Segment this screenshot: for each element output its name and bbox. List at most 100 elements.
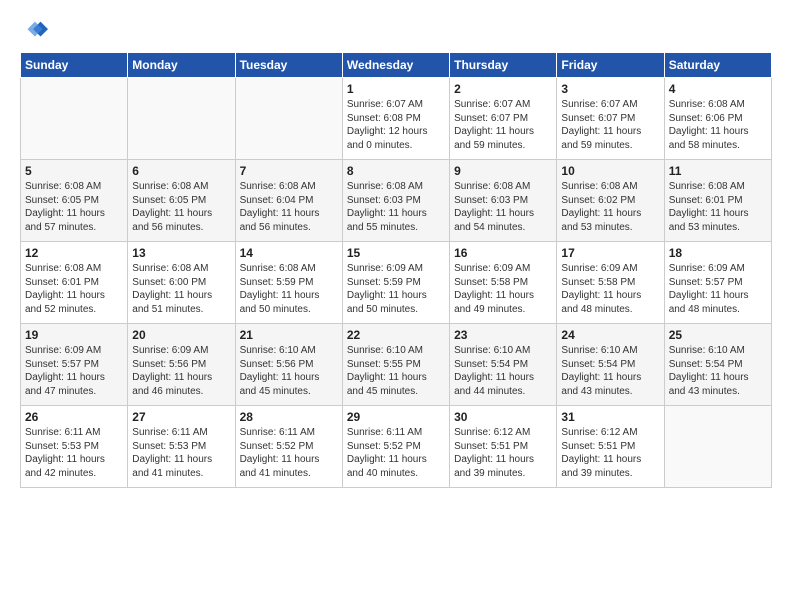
day-number: 27: [132, 410, 230, 424]
calendar-cell: 29Sunrise: 6:11 AMSunset: 5:52 PMDayligh…: [342, 406, 449, 488]
calendar-cell: 6 Sunrise: 6:08 AMSunset: 6:05 PMDaylight…: [128, 160, 235, 242]
calendar-cell: 7Sunrise: 6:08 AMSunset: 6:04 PMDaylight…: [235, 160, 342, 242]
day-number: 29: [347, 410, 445, 424]
day-info: Sunrise: 6:08 AMSunset: 6:05 PMDaylight:…: [132, 180, 230, 234]
calendar-cell: 31 Sunrise: 6:12 AMSunset: 5:51 PMDayligh…: [557, 406, 664, 488]
day-number: 20: [132, 328, 230, 342]
day-number: 31: [561, 410, 659, 424]
day-number: 25: [669, 328, 767, 342]
logo: [20, 16, 52, 44]
calendar-cell: 9 Sunrise: 6:08 AMSunset: 6:03 PMDaylight…: [450, 160, 557, 242]
logo-icon: [20, 16, 48, 44]
day-info: Sunrise: 6:09 AMSunset: 5:57 PMDaylight:…: [669, 262, 767, 316]
calendar-cell: 3 Sunrise: 6:07 AMSunset: 6:07 PMDaylight…: [557, 78, 664, 160]
day-info: Sunrise: 6:11 AMSunset: 5:53 PMDaylight:…: [25, 426, 123, 480]
calendar-cell: 27 Sunrise: 6:11 AMSunset: 5:53 PMDayligh…: [128, 406, 235, 488]
calendar-cell: 5 Sunrise: 6:08 AMSunset: 6:05 PMDaylight…: [21, 160, 128, 242]
calendar-table: SundayMondayTuesdayWednesdayThursdayFrid…: [20, 52, 772, 488]
calendar-cell: 24 Sunrise: 6:10 AMSunset: 5:54 PMDayligh…: [557, 324, 664, 406]
day-number: 4: [669, 82, 767, 96]
day-number: 3: [561, 82, 659, 96]
calendar-cell: 26Sunrise: 6:11 AMSunset: 5:53 PMDayligh…: [21, 406, 128, 488]
day-info: Sunrise: 6:10 AMSunset: 5:55 PMDaylight:…: [347, 344, 445, 398]
day-number: 23: [454, 328, 552, 342]
day-info: Sunrise: 6:09 AMSunset: 5:56 PMDaylight:…: [132, 344, 230, 398]
calendar-cell: 10 Sunrise: 6:08 AMSunset: 6:02 PMDayligh…: [557, 160, 664, 242]
day-info: Sunrise: 6:10 AMSunset: 5:54 PMDaylight:…: [454, 344, 552, 398]
day-number: 2: [454, 82, 552, 96]
calendar-week-row: 12Sunrise: 6:08 AMSunset: 6:01 PMDayligh…: [21, 242, 772, 324]
page-header: [20, 16, 772, 44]
calendar-cell: 20 Sunrise: 6:09 AMSunset: 5:56 PMDayligh…: [128, 324, 235, 406]
calendar-cell: 11 Sunrise: 6:08 AMSunset: 6:01 PMDayligh…: [664, 160, 771, 242]
calendar-header-monday: Monday: [128, 53, 235, 78]
day-info: Sunrise: 6:08 AMSunset: 6:04 PMDaylight:…: [240, 180, 338, 234]
day-info: Sunrise: 6:08 AMSunset: 6:01 PMDaylight:…: [25, 262, 123, 316]
day-number: 11: [669, 164, 767, 178]
calendar-cell: 8Sunrise: 6:08 AMSunset: 6:03 PMDaylight…: [342, 160, 449, 242]
calendar-header-row: SundayMondayTuesdayWednesdayThursdayFrid…: [21, 53, 772, 78]
calendar-cell: 19 Sunrise: 6:09 AMSunset: 5:57 PMDayligh…: [21, 324, 128, 406]
calendar-week-row: 19 Sunrise: 6:09 AMSunset: 5:57 PMDayligh…: [21, 324, 772, 406]
day-info: Sunrise: 6:09 AMSunset: 5:58 PMDaylight:…: [561, 262, 659, 316]
day-info: Sunrise: 6:08 AMSunset: 6:05 PMDaylight:…: [25, 180, 123, 234]
calendar-header-sunday: Sunday: [21, 53, 128, 78]
calendar-cell: 14Sunrise: 6:08 AMSunset: 5:59 PMDayligh…: [235, 242, 342, 324]
day-info: Sunrise: 6:08 AMSunset: 6:06 PMDaylight:…: [669, 98, 767, 152]
day-info: Sunrise: 6:07 AMSunset: 6:07 PMDaylight:…: [561, 98, 659, 152]
day-info: Sunrise: 6:08 AMSunset: 6:02 PMDaylight:…: [561, 180, 659, 234]
day-number: 30: [454, 410, 552, 424]
day-info: Sunrise: 6:07 AMSunset: 6:07 PMDaylight:…: [454, 98, 552, 152]
calendar-cell: 30Sunrise: 6:12 AMSunset: 5:51 PMDayligh…: [450, 406, 557, 488]
day-number: 18: [669, 246, 767, 260]
day-number: 9: [454, 164, 552, 178]
calendar-cell: 22 Sunrise: 6:10 AMSunset: 5:55 PMDayligh…: [342, 324, 449, 406]
day-number: 6: [132, 164, 230, 178]
day-info: Sunrise: 6:12 AMSunset: 5:51 PMDaylight:…: [561, 426, 659, 480]
day-info: Sunrise: 6:10 AMSunset: 5:56 PMDaylight:…: [240, 344, 338, 398]
calendar-header-thursday: Thursday: [450, 53, 557, 78]
day-number: 16: [454, 246, 552, 260]
calendar-header-tuesday: Tuesday: [235, 53, 342, 78]
calendar-cell: 21 Sunrise: 6:10 AMSunset: 5:56 PMDayligh…: [235, 324, 342, 406]
calendar-cell: 2 Sunrise: 6:07 AMSunset: 6:07 PMDaylight…: [450, 78, 557, 160]
calendar-cell: 1 Sunrise: 6:07 AMSunset: 6:08 PMDaylight…: [342, 78, 449, 160]
day-number: 5: [25, 164, 123, 178]
calendar-week-row: 1 Sunrise: 6:07 AMSunset: 6:08 PMDaylight…: [21, 78, 772, 160]
day-info: Sunrise: 6:11 AMSunset: 5:53 PMDaylight:…: [132, 426, 230, 480]
calendar-cell: 13Sunrise: 6:08 AMSunset: 6:00 PMDayligh…: [128, 242, 235, 324]
calendar-cell: 12Sunrise: 6:08 AMSunset: 6:01 PMDayligh…: [21, 242, 128, 324]
day-number: 1: [347, 82, 445, 96]
day-info: Sunrise: 6:09 AMSunset: 5:59 PMDaylight:…: [347, 262, 445, 316]
day-number: 22: [347, 328, 445, 342]
day-number: 21: [240, 328, 338, 342]
day-info: Sunrise: 6:08 AMSunset: 6:03 PMDaylight:…: [454, 180, 552, 234]
calendar-cell: 15Sunrise: 6:09 AMSunset: 5:59 PMDayligh…: [342, 242, 449, 324]
day-info: Sunrise: 6:07 AMSunset: 6:08 PMDaylight:…: [347, 98, 445, 152]
day-info: Sunrise: 6:08 AMSunset: 6:01 PMDaylight:…: [669, 180, 767, 234]
day-info: Sunrise: 6:09 AMSunset: 5:58 PMDaylight:…: [454, 262, 552, 316]
day-info: Sunrise: 6:08 AMSunset: 6:00 PMDaylight:…: [132, 262, 230, 316]
calendar-header-wednesday: Wednesday: [342, 53, 449, 78]
day-info: Sunrise: 6:09 AMSunset: 5:57 PMDaylight:…: [25, 344, 123, 398]
calendar-cell: [21, 78, 128, 160]
day-number: 19: [25, 328, 123, 342]
day-number: 10: [561, 164, 659, 178]
calendar-header-friday: Friday: [557, 53, 664, 78]
day-number: 14: [240, 246, 338, 260]
calendar-cell: 28Sunrise: 6:11 AMSunset: 5:52 PMDayligh…: [235, 406, 342, 488]
day-number: 24: [561, 328, 659, 342]
calendar-header-saturday: Saturday: [664, 53, 771, 78]
day-info: Sunrise: 6:10 AMSunset: 5:54 PMDaylight:…: [669, 344, 767, 398]
page-container: SundayMondayTuesdayWednesdayThursdayFrid…: [0, 0, 792, 498]
calendar-cell: 16 Sunrise: 6:09 AMSunset: 5:58 PMDayligh…: [450, 242, 557, 324]
day-info: Sunrise: 6:08 AMSunset: 6:03 PMDaylight:…: [347, 180, 445, 234]
calendar-cell: 4 Sunrise: 6:08 AMSunset: 6:06 PMDaylight…: [664, 78, 771, 160]
calendar-cell: [235, 78, 342, 160]
calendar-cell: [664, 406, 771, 488]
calendar-week-row: 5 Sunrise: 6:08 AMSunset: 6:05 PMDaylight…: [21, 160, 772, 242]
day-info: Sunrise: 6:10 AMSunset: 5:54 PMDaylight:…: [561, 344, 659, 398]
calendar-cell: 25 Sunrise: 6:10 AMSunset: 5:54 PMDayligh…: [664, 324, 771, 406]
calendar-cell: 23 Sunrise: 6:10 AMSunset: 5:54 PMDayligh…: [450, 324, 557, 406]
day-info: Sunrise: 6:11 AMSunset: 5:52 PMDaylight:…: [240, 426, 338, 480]
